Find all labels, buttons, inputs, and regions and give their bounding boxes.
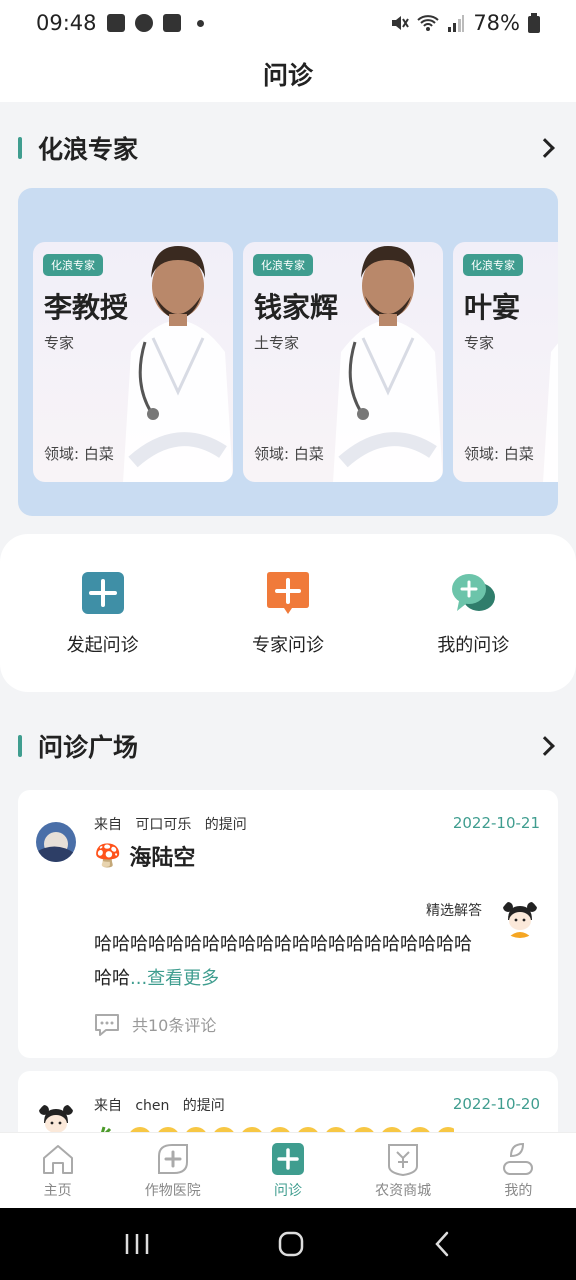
mute-icon (392, 16, 410, 30)
signal-icon (448, 15, 465, 32)
expert-field: 领域: 白菜 (254, 445, 324, 463)
nav-home[interactable]: 主页 (3, 1142, 113, 1200)
status-left: 09:48 (36, 11, 204, 35)
nav-profile[interactable]: 我的 (463, 1142, 573, 1200)
page-title: 问诊 (262, 61, 313, 90)
answer-label: 精选解答 (426, 903, 482, 919)
expert-badge: 化浪专家 (463, 254, 523, 276)
post-from: 来自 chen 的提问 (94, 1098, 225, 1114)
expert-role: 专家 (464, 334, 495, 352)
page-header: 问诊 (0, 46, 576, 102)
comment-icon (95, 1014, 119, 1036)
battery-percent: 78% (473, 11, 520, 35)
post-user: 可口可乐 (135, 817, 192, 833)
nav-consult[interactable]: 问诊 (233, 1142, 343, 1200)
plus-chat-icon (266, 572, 309, 614)
experts-section-header[interactable]: 化浪专家 (18, 128, 558, 168)
action-panel: 发起问诊 专家问诊 我的问诊 (0, 534, 576, 692)
action-label: 专家问诊 (251, 635, 324, 656)
notification-dot-icon (196, 19, 204, 27)
status-time: 09:48 (36, 11, 97, 35)
nav-crop-hospital[interactable]: 作物医院 (118, 1142, 228, 1200)
plaza-section-title: 问诊广场 (38, 733, 139, 762)
user-icon (503, 1142, 534, 1175)
expert-badge: 化浪专家 (43, 254, 103, 276)
chevron-right-icon[interactable] (535, 138, 555, 158)
doctor-photo (123, 246, 233, 482)
bag-icon (388, 1143, 419, 1176)
wifi-icon (417, 15, 439, 31)
start-consult-button[interactable]: 发起问诊 (23, 569, 183, 657)
see-more-link[interactable]: ...查看更多 (130, 968, 219, 989)
expert-card[interactable]: 化浪专家 钱家辉 土专家 领域: 白菜 (243, 242, 443, 482)
back-icon[interactable] (432, 1230, 452, 1258)
expert-name: 李教授 (44, 291, 129, 324)
post-date: 2022-10-21 (452, 814, 540, 832)
expert-badge: 化浪专家 (253, 254, 313, 276)
cloud-icon (134, 14, 153, 32)
avatar[interactable] (36, 822, 76, 862)
expert-name: 钱家辉 (254, 291, 339, 324)
post-user: chen (135, 1098, 170, 1114)
comment-count[interactable]: 共10条评论 (94, 1012, 216, 1036)
expert-consult-button[interactable]: 专家问诊 (208, 569, 368, 657)
recent-apps-icon[interactable] (124, 1232, 150, 1256)
plaza-section-header[interactable]: 问诊广场 (18, 726, 558, 766)
experts-section-title: 化浪专家 (38, 135, 139, 164)
post-title[interactable]: 🍄 海陆空 (94, 840, 195, 872)
section-accent-bar (18, 137, 22, 159)
doctor-photo (543, 343, 558, 482)
action-label: 我的问诊 (437, 635, 510, 656)
expert-role: 专家 (44, 334, 75, 352)
expert-field: 领域: 白菜 (464, 445, 534, 463)
gallery-icon (106, 14, 125, 32)
status-right: 78% (389, 11, 540, 35)
action-label: 发起问诊 (66, 635, 139, 656)
home-button-icon[interactable] (277, 1230, 305, 1258)
post-from: 来自 可口可乐 的提问 (94, 817, 247, 833)
battery-icon (528, 13, 540, 33)
nav-shop[interactable]: 农资商城 (348, 1142, 458, 1200)
expert-name: 叶宴 (464, 291, 521, 324)
checkbox-icon (162, 14, 181, 32)
leaf-plus-icon (157, 1143, 188, 1174)
post-card[interactable]: 来自 可口可乐 的提问 2022-10-21 🍄 海陆空 精选解答 哈哈哈哈哈哈… (18, 790, 558, 1058)
expert-role: 土专家 (254, 334, 300, 352)
expert-carousel[interactable]: 化浪专家 李教授 专家 领域: 白菜 化浪专家 钱家辉 土专家 领域: 白菜 化… (18, 188, 558, 516)
bottom-nav: 主页 作物医院 问诊 农资商城 我的 (0, 1132, 576, 1208)
expert-card[interactable]: 化浪专家 叶宴 专家 领域: 白菜 (453, 242, 558, 482)
answerer-avatar[interactable] (500, 898, 540, 938)
section-accent-bar (18, 735, 22, 757)
system-nav-bar (0, 1208, 576, 1280)
chevron-right-icon[interactable] (535, 736, 555, 756)
doctor-photo (333, 246, 443, 482)
chat-bubbles-icon (452, 574, 496, 611)
my-consult-button[interactable]: 我的问诊 (393, 569, 553, 657)
home-icon (42, 1144, 73, 1174)
expert-field: 领域: 白菜 (44, 445, 114, 463)
answer-text[interactable]: 哈哈哈哈哈哈哈哈哈哈哈哈哈哈哈哈哈哈哈哈哈哈哈...查看更多 (94, 928, 484, 996)
expert-card[interactable]: 化浪专家 李教授 专家 领域: 白菜 (33, 242, 233, 482)
post-date: 2022-10-20 (452, 1095, 540, 1113)
plus-square-icon (81, 572, 124, 614)
plus-square-icon (271, 1142, 304, 1175)
status-bar: 09:48 78% (0, 0, 576, 46)
mushroom-icon: 🍄 (94, 843, 122, 869)
